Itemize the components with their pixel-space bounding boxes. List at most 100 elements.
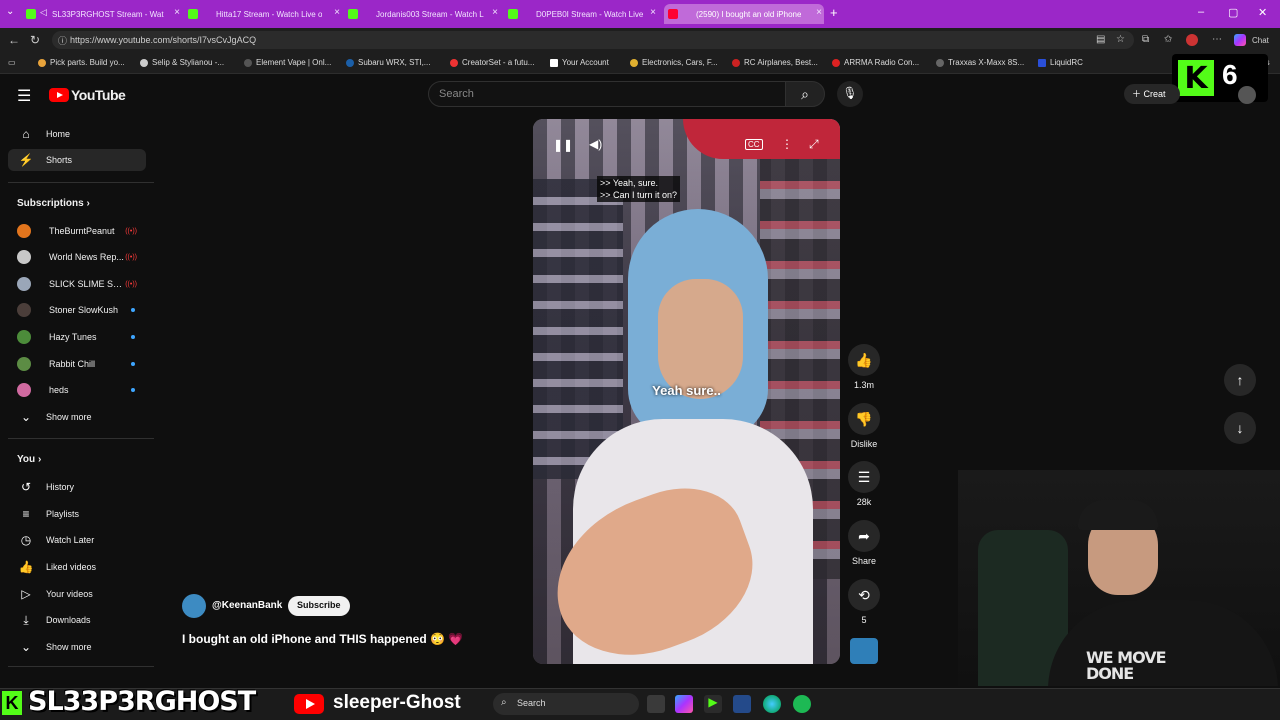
tab-3[interactable]: Jordanis003 Stream - Watch L × — [348, 4, 500, 24]
account-avatar[interactable] — [1238, 86, 1256, 104]
streamlabs-icon[interactable]: ▶ — [704, 695, 722, 713]
subscription-item[interactable]: heds — [17, 380, 145, 400]
bookmark-item[interactable]: Your Account — [550, 58, 609, 67]
captions-icon[interactable]: CC — [745, 139, 763, 150]
sidebar-item-playlists[interactable]: ≡ Playlists — [8, 503, 146, 525]
search-input[interactable]: Search — [428, 81, 786, 107]
you-heading[interactable]: You › — [17, 454, 41, 465]
sidebar-item-history[interactable]: ↺ History — [8, 476, 146, 498]
bookmark-item[interactable]: CreatorSet - a futu... — [450, 58, 534, 67]
subscription-item[interactable]: Rabbit Chill — [17, 354, 145, 374]
share-label: Share — [851, 556, 877, 566]
back-icon[interactable]: ← — [8, 33, 20, 47]
new-content-dot — [131, 362, 135, 366]
favorites-icon[interactable]: ✩ — [1164, 34, 1172, 45]
bookmark-item[interactable]: Element Vape | Onl... — [244, 58, 331, 67]
copilot-app-icon[interactable] — [675, 695, 693, 713]
volume-icon[interactable]: ◀) — [589, 137, 602, 151]
sidebar-item-downloads[interactable]: ⤓ Downloads — [8, 609, 146, 631]
like-button[interactable]: 👍 1.3m — [846, 344, 882, 390]
more-icon[interactable]: ⋯ — [1212, 34, 1222, 45]
sidebar-item-your-videos[interactable]: ▷ Your videos — [8, 583, 146, 605]
search-button[interactable]: ⌕ — [785, 81, 825, 107]
extensions-icon[interactable]: ⧉ — [1142, 34, 1149, 45]
youtube-icon — [668, 9, 678, 19]
tab-5-active[interactable]: (2590) I bought an old iPhone × — [664, 4, 824, 24]
subscription-item[interactable]: World News Rep... ((•)) — [17, 247, 145, 267]
close-icon[interactable]: × — [816, 7, 822, 18]
bookmark-item[interactable]: Subaru WRX, STI,... — [346, 58, 430, 67]
sidebar-item-shorts[interactable]: ⚡ Shorts — [8, 149, 146, 171]
tab-2[interactable]: Hitta17 Stream - Watch Live o × — [188, 4, 342, 24]
close-icon[interactable]: × — [334, 7, 340, 18]
close-window-icon[interactable]: ✕ — [1258, 6, 1267, 19]
sidebar-item-home[interactable]: ⌂ Home — [8, 123, 146, 145]
shorts-video-player[interactable]: ❚❚ ◀) CC ⋮ ⤢ >> Yeah, sure. >> Can I tur… — [533, 119, 840, 664]
tab-menu-icon[interactable]: ⌄ — [6, 6, 14, 17]
dislike-label: Dislike — [850, 439, 878, 449]
close-icon[interactable]: × — [650, 7, 656, 18]
share-button[interactable]: ➦ Share — [846, 520, 882, 566]
bookmark-item[interactable]: ARRMA Radio Con... — [832, 58, 919, 67]
subscription-item[interactable]: Hazy Tunes — [17, 327, 145, 347]
bookmark-item[interactable]: RC Airplanes, Best... — [732, 58, 818, 67]
subscriptions-heading[interactable]: Subscriptions › — [17, 198, 90, 209]
task-view-icon[interactable] — [647, 695, 665, 713]
live-icon: ((•)) — [125, 253, 137, 261]
bookmark-item[interactable]: LiquidRC — [1038, 58, 1083, 67]
close-icon[interactable]: × — [492, 7, 498, 18]
bookmark-item[interactable]: Pick parts. Build yo... — [38, 58, 125, 67]
url-input[interactable]: ⓘ https://www.youtube.com/shorts/I7vsCvJ… — [52, 31, 1134, 49]
subscription-item[interactable]: Stoner SlowKush — [17, 300, 145, 320]
you-show-more[interactable]: ⌄ Show more — [8, 636, 146, 658]
create-button[interactable]: ＋ Creat — [1124, 84, 1180, 104]
close-icon[interactable]: × — [174, 7, 180, 18]
bookmarks-icon[interactable]: ▭ — [8, 58, 16, 67]
youtube-play-icon — [49, 88, 69, 102]
minimize-icon[interactable]: – — [1198, 6, 1204, 18]
site-info-icon[interactable]: ⓘ — [58, 34, 67, 47]
profile-avatar[interactable] — [1186, 34, 1198, 46]
chat-button[interactable]: Chat — [1252, 36, 1269, 45]
avatar — [17, 250, 31, 264]
spotify-icon[interactable] — [793, 695, 811, 713]
app-icon[interactable] — [733, 695, 751, 713]
favorite-icon[interactable]: ☆ — [1116, 34, 1125, 45]
tab-4[interactable]: D0PEB0I Stream - Watch Live × — [508, 4, 658, 24]
edge-browser-icon[interactable] — [763, 695, 781, 713]
taskbar-search[interactable]: ⌕ Search — [493, 693, 639, 715]
sidebar-item-watch-later[interactable]: ◷ Watch Later — [8, 529, 146, 551]
youtube-logo[interactable]: YouTube — [49, 87, 126, 103]
subscription-item[interactable]: TheBurntPeanut ((•)) — [17, 221, 145, 241]
bookmark-item[interactable]: Selip & Stylianou -... — [140, 58, 224, 67]
more-options-icon[interactable]: ⋮ — [781, 137, 793, 151]
refresh-icon[interactable]: ↻ — [30, 33, 40, 47]
pause-icon[interactable]: ❚❚ — [553, 138, 573, 152]
reader-icon[interactable]: ▤ — [1096, 34, 1105, 45]
subscription-item[interactable]: SLICK SLIME SA... ((•)) — [17, 274, 145, 294]
youtube-logo-icon — [294, 694, 324, 714]
bookmark-item[interactable]: Electronics, Cars, F... — [630, 58, 718, 67]
channel-thumbnail[interactable] — [850, 638, 878, 664]
dislike-button[interactable]: 👎 Dislike — [846, 403, 882, 449]
next-short-button[interactable]: ↓ — [1224, 412, 1256, 444]
remix-button[interactable]: ⟲ 5 — [846, 579, 882, 625]
channel-handle[interactable]: @KeenanBank — [212, 600, 282, 611]
comments-button[interactable]: ☰ 28k — [846, 461, 882, 507]
channel-avatar[interactable] — [182, 594, 206, 618]
subscriptions-show-more[interactable]: ⌄ Show more — [8, 406, 146, 428]
subscription-name: TheBurntPeanut — [49, 226, 115, 236]
subscribe-button[interactable]: Subscribe — [288, 596, 350, 616]
tab-1[interactable]: ◁ SL33P3RGHOST Stream - Wat × — [26, 4, 182, 24]
live-icon: ((•)) — [125, 280, 137, 288]
sidebar-item-liked-videos[interactable]: 👍 Liked videos — [8, 556, 146, 578]
previous-short-button[interactable]: ↑ — [1224, 364, 1256, 396]
tab-title: Hitta17 Stream - Watch Live o — [216, 9, 323, 19]
fullscreen-icon[interactable]: ⤢ — [809, 137, 819, 152]
maximize-icon[interactable]: ▢ — [1228, 6, 1238, 19]
menu-icon[interactable]: ☰ — [17, 86, 31, 106]
copilot-icon[interactable] — [1234, 34, 1246, 46]
new-tab-button[interactable]: + — [830, 5, 838, 20]
bookmark-item[interactable]: Traxxas X-Maxx 8S... — [936, 58, 1024, 67]
voice-search-button[interactable]: 🎙 — [837, 81, 863, 107]
